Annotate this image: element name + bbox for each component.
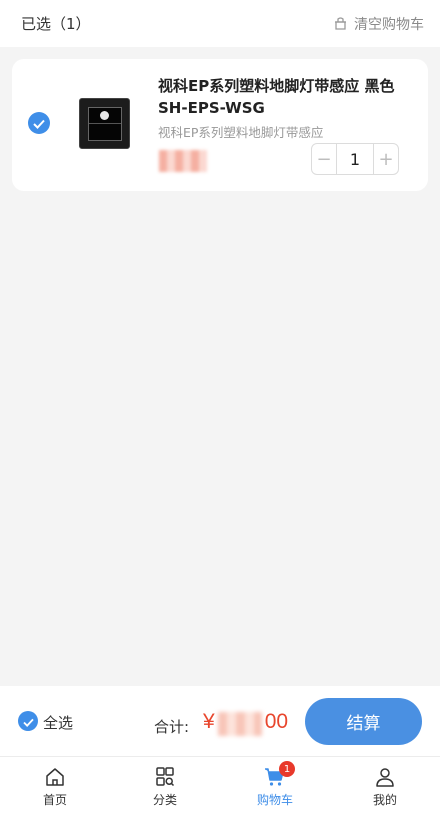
tab-home[interactable]: 首页 — [0, 757, 110, 815]
trash-icon — [333, 16, 348, 31]
clear-cart-button[interactable]: 清空购物车 — [333, 14, 424, 34]
cart-badge: 1 — [279, 761, 295, 777]
checkmark-icon — [33, 114, 45, 133]
tab-label: 分类 — [152, 793, 177, 807]
total-currency: ¥ — [203, 710, 215, 733]
total-label: 合计: — [154, 718, 190, 736]
category-icon — [154, 767, 176, 791]
product-title[interactable]: 视科EP系列塑料地脚灯带感应 黑色 SH-EPS-WSG — [158, 75, 420, 119]
home-icon — [44, 767, 66, 791]
tab-label: 首页 — [42, 793, 67, 807]
tab-cart[interactable]: 1 购物车 — [220, 757, 330, 815]
select-all-checkbox[interactable] — [18, 711, 38, 731]
item-checkbox[interactable] — [28, 112, 50, 134]
tab-label: 购物车 — [256, 793, 293, 807]
total-amount-visible: 00 — [264, 710, 289, 733]
product-subtitle: 视科EP系列塑料地脚灯带感应 — [158, 125, 324, 140]
product-image[interactable] — [79, 98, 130, 149]
product-price-blurred — [159, 150, 207, 172]
selected-count: 已选（1） — [21, 15, 91, 33]
clear-cart-label: 清空购物车 — [354, 16, 424, 33]
bottom-tab-bar: 首页 分类 1 购物车 我的 — [0, 757, 440, 815]
checkout-bar: 全选 合计: ¥00 结算 — [0, 686, 440, 757]
increase-quantity-button[interactable]: + — [374, 144, 398, 174]
cart-item: 视科EP系列塑料地脚灯带感应 黑色 SH-EPS-WSG 视科EP系列塑料地脚灯… — [12, 59, 428, 191]
product-image-plate — [87, 106, 122, 141]
checkout-button[interactable]: 结算 — [305, 698, 422, 745]
quantity-value[interactable]: 1 — [336, 144, 374, 174]
tab-mine[interactable]: 我的 — [330, 757, 440, 815]
quantity-stepper: − 1 + — [311, 143, 399, 175]
tab-category[interactable]: 分类 — [110, 757, 220, 815]
total-amount-blurred — [218, 712, 262, 736]
tab-label: 我的 — [372, 793, 397, 807]
user-icon — [374, 767, 396, 791]
decrease-quantity-button[interactable]: − — [312, 144, 336, 174]
checkmark-icon — [22, 712, 34, 731]
cart-header: 已选（1） 清空购物车 — [0, 0, 440, 47]
select-all-label[interactable]: 全选 — [43, 712, 73, 733]
